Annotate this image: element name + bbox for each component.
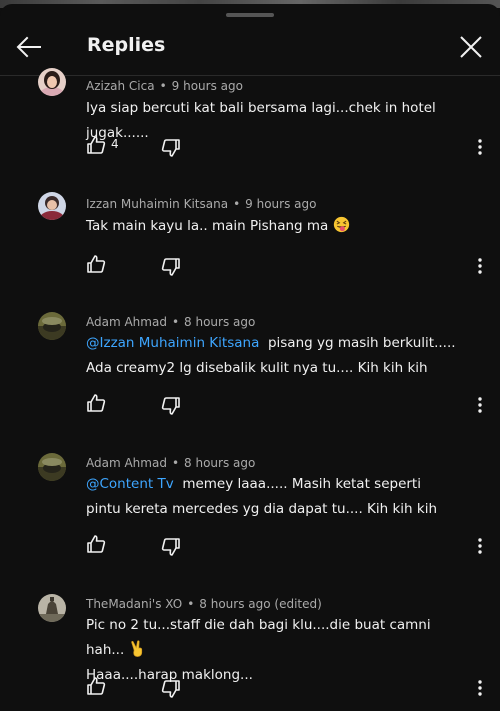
user-mention-link[interactable]: @Izzan Muhaimin Kitsana [86, 335, 259, 351]
more-options-icon[interactable] [470, 137, 490, 157]
victory-hand-icon [130, 640, 142, 657]
like-icon[interactable] [86, 254, 106, 274]
like-icon[interactable] [86, 534, 106, 554]
more-options-icon[interactable] [470, 395, 490, 415]
avatar[interactable] [38, 192, 66, 220]
avatar[interactable] [38, 312, 66, 340]
comment-text: Pic no 2 tu...staff die dah bagi klu....… [86, 617, 431, 683]
comment-author[interactable]: Izzan Muhaimin Kitsana [86, 197, 228, 211]
page-title: Replies [87, 34, 166, 56]
comment-author[interactable]: TheMadani's XO [86, 597, 182, 611]
like-icon[interactable] [86, 393, 106, 413]
user-mention-link[interactable]: @Content Tv [86, 476, 174, 492]
comment-meta: Izzan Muhaimin Kitsana • 9 hours ago [86, 197, 317, 211]
dislike-icon[interactable] [161, 257, 181, 277]
comment-text: Tak main kayu la.. main Pishang ma [86, 214, 456, 239]
comment-text: @Izzan Muhaimin Kitsana pisang yg masih … [86, 335, 456, 376]
comment-time: 8 hours ago (edited) [199, 597, 322, 611]
comment-time: 9 hours ago [171, 79, 243, 93]
comment-author[interactable]: Azizah Cica [86, 79, 155, 93]
comment-author[interactable]: Adam Ahmad [86, 315, 167, 329]
squinting-face-with-tongue-icon [333, 216, 349, 233]
comment-meta: TheMadani's XO • 8 hours ago (edited) [86, 597, 322, 611]
avatar[interactable] [38, 68, 66, 96]
replies-sheet: Replies Azizah Cica • 9 hours ago Iya siap… [0, 4, 500, 711]
comment-time: 8 hours ago [184, 456, 256, 470]
more-options-icon[interactable] [470, 678, 490, 698]
more-options-icon[interactable] [470, 256, 490, 276]
replies-header: Replies [0, 18, 500, 76]
avatar[interactable] [38, 594, 66, 622]
header-divider [0, 75, 500, 76]
like-icon[interactable] [86, 676, 106, 696]
comment-meta: Adam Ahmad • 8 hours ago [86, 315, 256, 329]
comment-meta: Adam Ahmad • 8 hours ago [86, 456, 256, 470]
dislike-icon[interactable] [161, 396, 181, 416]
comment-text: @Content Tv memey laaa..... Masih ketat … [86, 476, 438, 517]
like-count: 4 [111, 137, 119, 151]
like-icon[interactable] [86, 135, 106, 155]
close-icon[interactable] [456, 32, 486, 62]
dislike-icon[interactable] [161, 537, 181, 557]
comment-meta: Azizah Cica • 9 hours ago [86, 79, 243, 93]
avatar[interactable] [38, 453, 66, 481]
drag-handle[interactable] [226, 13, 274, 17]
comment-time: 9 hours ago [245, 197, 317, 211]
dislike-icon[interactable] [161, 138, 181, 158]
comment-author[interactable]: Adam Ahmad [86, 456, 167, 470]
comment-text: Iya siap bercuti kat bali bersama lagi..… [86, 100, 436, 141]
comment-time: 8 hours ago [184, 315, 256, 329]
back-arrow-icon[interactable] [14, 32, 44, 62]
more-options-icon[interactable] [470, 536, 490, 556]
dislike-icon[interactable] [161, 679, 181, 699]
